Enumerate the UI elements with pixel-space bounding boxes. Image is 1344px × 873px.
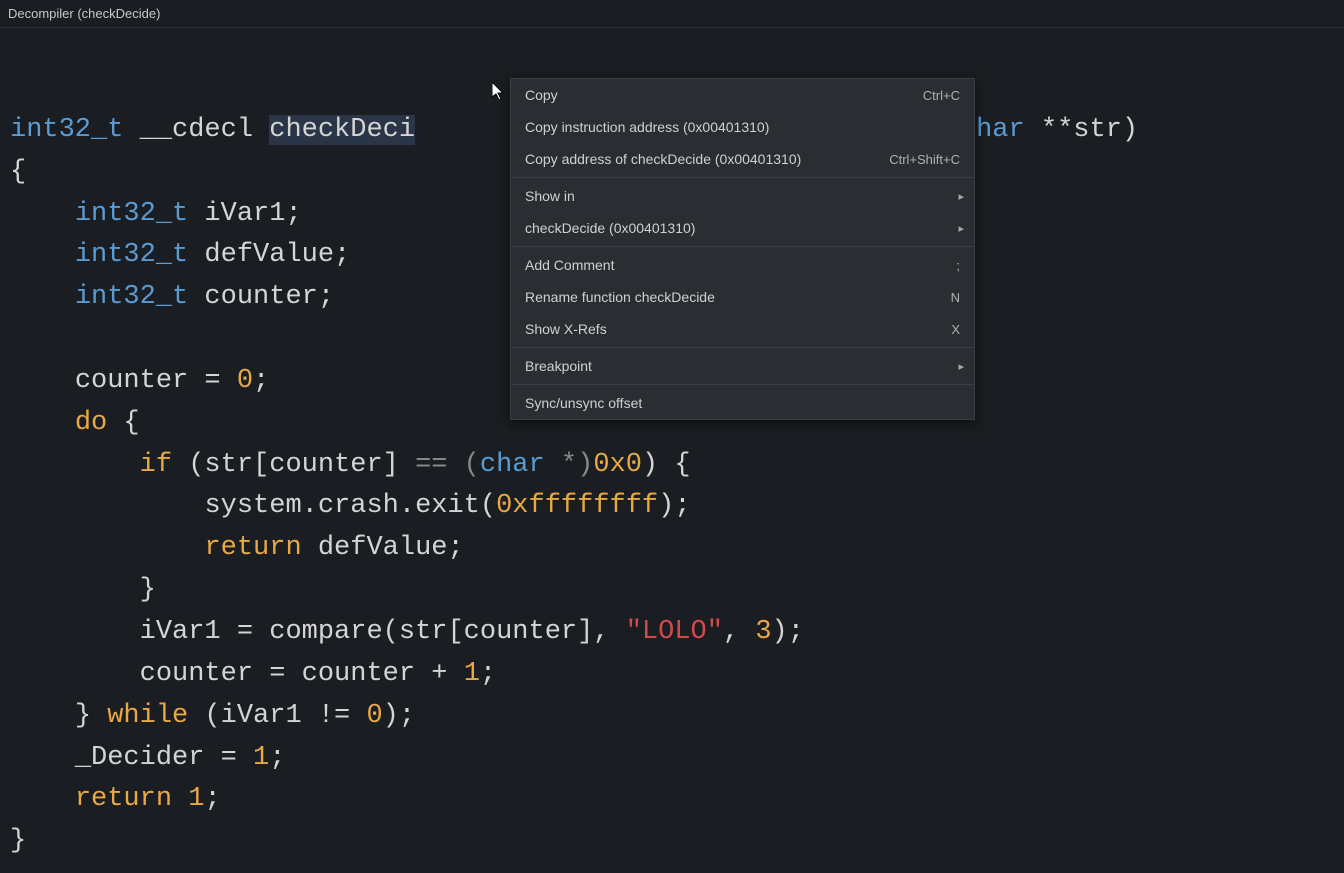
type-keyword: int32_t [10, 115, 123, 145]
menu-label: Copy [525, 87, 558, 103]
menu-label: Breakpoint [525, 358, 592, 374]
menu-copy[interactable]: Copy Ctrl+C [511, 79, 974, 111]
menu-show-xrefs[interactable]: Show X-Refs X [511, 313, 974, 345]
menu-rename-function[interactable]: Rename function checkDecide N [511, 281, 974, 313]
menu-shortcut: ; [956, 258, 960, 273]
menu-separator [511, 177, 974, 178]
menu-label: Show X-Refs [525, 321, 607, 337]
menu-label: Sync/unsync offset [525, 395, 642, 411]
menu-show-in[interactable]: Show in [511, 180, 974, 212]
menu-shortcut: X [951, 322, 960, 337]
function-name-highlighted[interactable]: checkDeci [269, 115, 415, 145]
menu-label: Add Comment [525, 257, 614, 273]
menu-label: Show in [525, 188, 575, 204]
menu-separator [511, 384, 974, 385]
menu-label: Copy instruction address (0x00401310) [525, 119, 769, 135]
menu-label: Copy address of checkDecide (0x00401310) [525, 151, 801, 167]
menu-label: Rename function checkDecide [525, 289, 715, 305]
menu-breakpoint[interactable]: Breakpoint [511, 350, 974, 382]
menu-separator [511, 347, 974, 348]
menu-separator [511, 246, 974, 247]
menu-copy-address-of-function[interactable]: Copy address of checkDecide (0x00401310)… [511, 143, 974, 175]
menu-shortcut: Ctrl+Shift+C [889, 152, 960, 167]
menu-shortcut: N [951, 290, 960, 305]
menu-copy-instruction-address[interactable]: Copy instruction address (0x00401310) [511, 111, 974, 143]
menu-sync-unsync-offset[interactable]: Sync/unsync offset [511, 387, 974, 419]
title-bar: Decompiler (checkDecide) [0, 0, 1344, 28]
context-menu: Copy Ctrl+C Copy instruction address (0x… [510, 78, 975, 420]
menu-shortcut: Ctrl+C [923, 88, 960, 103]
menu-add-comment[interactable]: Add Comment ; [511, 249, 974, 281]
window-title: Decompiler (checkDecide) [8, 6, 160, 21]
menu-function-submenu[interactable]: checkDecide (0x00401310) [511, 212, 974, 244]
menu-label: checkDecide (0x00401310) [525, 220, 695, 236]
